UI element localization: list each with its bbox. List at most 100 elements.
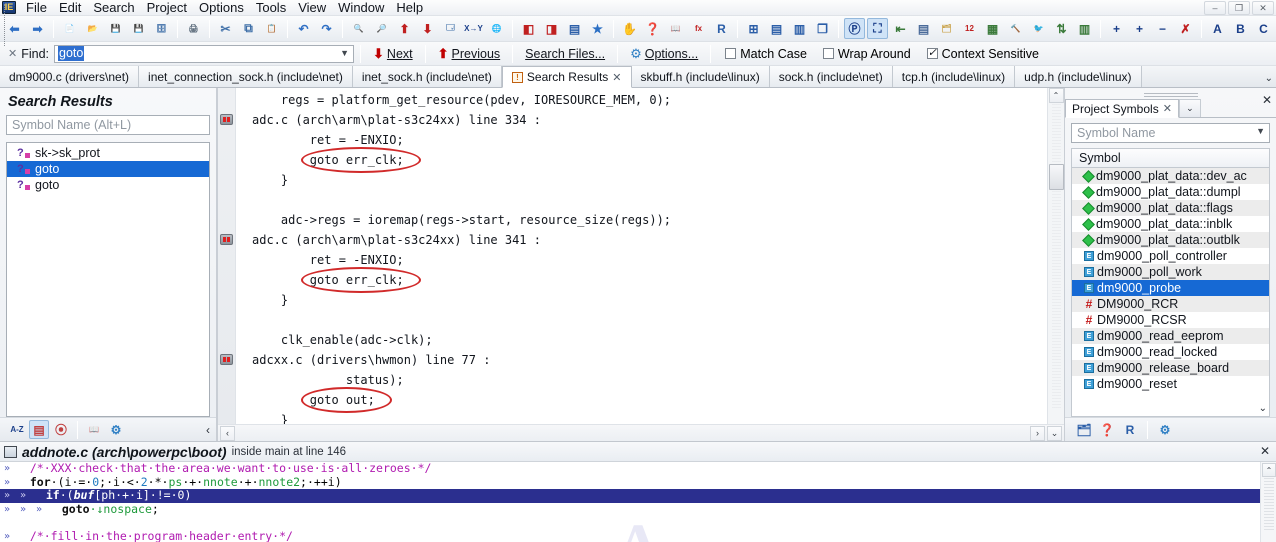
symbol-row-0[interactable]: dm9000_plat_data::dev_ac — [1072, 168, 1269, 184]
close-find-icon[interactable]: ✕ — [4, 47, 21, 60]
scroll-right-button[interactable]: › — [1030, 425, 1045, 441]
code-line-11[interactable] — [236, 310, 1047, 330]
context-help-icon[interactable]: ❓ — [1097, 420, 1117, 439]
symbol-row-7[interactable]: Edm9000_probe — [1072, 280, 1269, 296]
function-list-icon[interactable]: fx — [688, 18, 709, 39]
menu-search[interactable]: Search — [87, 0, 140, 15]
restore-button[interactable]: ❐ — [1228, 1, 1250, 15]
search-result-item-1[interactable]: ? goto — [7, 161, 209, 177]
menu-edit[interactable]: Edit — [53, 0, 87, 15]
search-result-item-2[interactable]: ? goto — [7, 177, 209, 193]
back-icon[interactable]: ⬅ — [4, 18, 25, 39]
menu-help[interactable]: Help — [390, 0, 429, 15]
symbol-list[interactable]: ⌃ dm9000_plat_data::dev_acdm9000_plat_da… — [1071, 167, 1270, 417]
tile-grid-icon[interactable]: ⊞ — [743, 18, 764, 39]
preview-scroll-up-button[interactable]: ⌃ — [1262, 463, 1276, 477]
group-view-icon[interactable]: ⦿ — [51, 420, 71, 439]
menu-file[interactable]: File — [20, 0, 53, 15]
wrap-around-checkbox[interactable]: Wrap Around — [815, 47, 919, 61]
indent-icon[interactable]: ⇤ — [890, 18, 911, 39]
settings-gear-icon[interactable]: ⚙ — [106, 420, 126, 439]
symbol-row-4[interactable]: dm9000_plat_data::outblk — [1072, 232, 1269, 248]
editor-tab-3[interactable]: ! Search Results ✕ — [501, 66, 632, 88]
chevron-down-icon[interactable]: ▼ — [1256, 126, 1265, 136]
macro-b-icon[interactable]: B — [1230, 18, 1251, 39]
editor-gutter[interactable] — [218, 88, 236, 485]
print-icon[interactable]: 🖨 — [183, 18, 204, 39]
code-line-8[interactable]: ret = -ENXIO; — [236, 250, 1047, 270]
chevron-down-icon[interactable]: ▼ — [340, 48, 349, 58]
save-as-icon[interactable]: 💾 — [128, 18, 149, 39]
symbol-row-6[interactable]: Edm9000_poll_work — [1072, 264, 1269, 280]
clear-bookmarks-icon[interactable]: ✗ — [1175, 18, 1196, 39]
diff-next-icon[interactable]: ◨ — [541, 18, 562, 39]
symbol-row-9[interactable]: # DM9000_RCSR — [1072, 312, 1269, 328]
preview-line-4[interactable] — [0, 516, 1276, 530]
symbol-row-11[interactable]: Edm9000_read_locked — [1072, 344, 1269, 360]
preview-close-icon[interactable]: ✕ — [1260, 444, 1270, 458]
regex-icon[interactable]: R — [711, 18, 732, 39]
preview-icon[interactable]: 🗔 — [440, 18, 461, 39]
goto-line-icon[interactable]: ⬆ — [394, 18, 415, 39]
macro-c-icon[interactable]: C — [1253, 18, 1274, 39]
split-window-icon[interactable]: ▥ — [1074, 18, 1095, 39]
panel-close-icon[interactable]: ✕ — [1262, 93, 1272, 107]
forward-icon[interactable]: ➡ — [27, 18, 48, 39]
find-in-files-icon[interactable]: 🔎 — [371, 18, 392, 39]
reference-book-icon[interactable]: 📖 — [665, 18, 686, 39]
preview-line-1[interactable]: » for ·(i ·=· 0 ;· i ·<· 2 ·*· ps ·+· nnote ·+· nnote… — [0, 475, 1276, 490]
editor-tab-6[interactable]: tcp.h (include\linux) — [892, 66, 1016, 87]
list-view-icon[interactable]: ▤ — [29, 420, 49, 439]
diff-prev-icon[interactable]: ◧ — [518, 18, 539, 39]
editor-tab-5[interactable]: sock.h (include\net) — [769, 66, 893, 87]
editor-tab-7[interactable]: udp.h (include\linux) — [1015, 66, 1142, 87]
bookmark-next-icon[interactable]: ⬇ — [417, 18, 438, 39]
bookmark-marker-icon[interactable] — [220, 354, 233, 365]
code-horizontal-scrollbar[interactable]: ‹ › ⌄ — [218, 424, 1064, 441]
preview-line-0[interactable]: » /*·XXX·check·that·the·area·we·want·to·… — [0, 462, 1276, 476]
context-sensitive-checkbox[interactable]: Context Sensitive — [919, 46, 1047, 61]
code-content[interactable]: regs = platform_get_resource(pdev, IORES… — [236, 88, 1047, 424]
open-folder-icon[interactable]: 📂 — [82, 18, 103, 39]
macro-a-icon[interactable]: A — [1207, 18, 1228, 39]
preview-line-5[interactable]: » /*·fill·in·the·program·header·entry·*/ — [0, 529, 1276, 542]
code-line-16[interactable]: } — [236, 410, 1047, 424]
cut-icon[interactable]: ✂ — [215, 18, 236, 39]
insert-block-icon[interactable]: ▤ — [564, 18, 585, 39]
redo-icon[interactable]: ↷ — [316, 18, 337, 39]
code-line-12[interactable]: clk_enable(adc->clk); — [236, 330, 1047, 350]
compare-icon[interactable]: ⇅ — [1051, 18, 1072, 39]
panel-drag-handle[interactable] — [1065, 88, 1276, 98]
next-bookmark-icon[interactable]: + — [1129, 18, 1150, 39]
scroll-left-button[interactable]: ‹ — [220, 425, 235, 441]
code-line-7[interactable]: adc.c (arch\arm\plat-s3c24xx) line 341 : — [236, 230, 1047, 250]
outline-icon[interactable]: ▤ — [913, 18, 934, 39]
reference-icon[interactable]: 📖 — [84, 420, 104, 439]
tab-more-icon[interactable]: ⌄ — [1178, 99, 1201, 117]
close-button[interactable]: ✕ — [1252, 1, 1274, 15]
symbol-row-1[interactable]: dm9000_plat_data::dumpl — [1072, 184, 1269, 200]
tab-project-symbols[interactable]: Project Symbols ✕ — [1065, 99, 1179, 118]
scroll-down-button[interactable]: ⌄ — [1047, 425, 1062, 441]
code-line-6[interactable]: adc->regs = ioremap(regs->start, resourc… — [236, 210, 1047, 230]
symbol-row-3[interactable]: dm9000_plat_data::inblk — [1072, 216, 1269, 232]
paste-icon[interactable]: 📋 — [261, 18, 282, 39]
preview-line-2[interactable]: » » if ·(buf[ph ·+· i]·!=· 0) — [0, 488, 1276, 503]
save-icon[interactable]: 💾 — [105, 18, 126, 39]
symbol-scroll-down-icon[interactable]: ⌄ — [1259, 403, 1267, 414]
sort-az-icon[interactable]: A-Z — [7, 420, 27, 439]
search-results-list[interactable]: ? sk->sk_prot? goto? goto — [4, 4, 210, 417]
menu-tools[interactable]: Tools — [250, 0, 292, 15]
scroll-up-button[interactable]: ⌃ — [1048, 88, 1064, 103]
symbol-row-8[interactable]: # DM9000_RCR — [1072, 296, 1269, 312]
context-help-icon[interactable]: ❓ — [642, 18, 663, 39]
symbol-browser-icon[interactable]: 🗂 — [1074, 420, 1094, 439]
code-vertical-scrollbar[interactable]: ⌃ — [1047, 88, 1064, 424]
insert-tag-icon[interactable]: ▦ — [982, 18, 1003, 39]
add-bookmark-icon[interactable]: + — [1106, 18, 1127, 39]
settings-gear-icon[interactable]: ⚙ — [1155, 420, 1175, 439]
build-icon[interactable]: 🔨 — [1005, 18, 1026, 39]
hand-icon[interactable]: ✋ — [619, 18, 640, 39]
prev-bookmark-icon[interactable]: − — [1152, 18, 1173, 39]
symbol-name-search-input[interactable]: Symbol Name ▼ — [1071, 123, 1270, 143]
